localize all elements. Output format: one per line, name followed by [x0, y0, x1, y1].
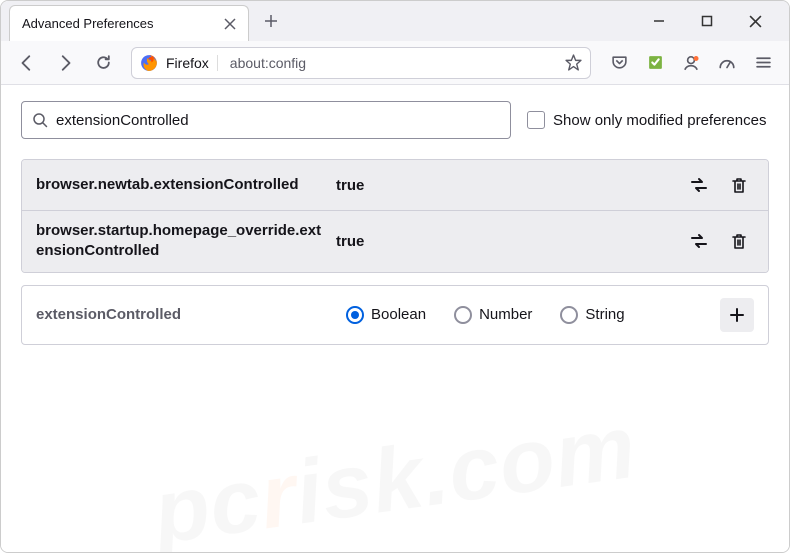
urlbar-url-text: about:config — [226, 55, 557, 71]
preference-name: browser.newtab.extensionControlled — [36, 175, 326, 195]
preference-value: true — [336, 177, 674, 194]
preference-row: browser.startup.homepage_override.extens… — [22, 211, 768, 272]
forward-button[interactable] — [49, 47, 81, 79]
firefox-icon — [140, 54, 158, 72]
performance-button[interactable] — [711, 47, 743, 79]
toggle-button[interactable] — [684, 170, 714, 200]
new-preference-row: extensionControlled Boolean Number Strin… — [21, 285, 769, 345]
new-tab-button[interactable] — [255, 5, 287, 37]
back-button[interactable] — [11, 47, 43, 79]
watermark-text: pcrisk.com — [148, 396, 643, 552]
show-modified-checkbox[interactable] — [527, 111, 545, 129]
browser-window: Advanced Preferences — [0, 0, 790, 553]
tab-active[interactable]: Advanced Preferences — [9, 5, 249, 41]
show-modified-label-text: Show only modified preferences — [553, 112, 766, 129]
radio-icon — [346, 306, 364, 324]
menu-button[interactable] — [747, 47, 779, 79]
close-window-button[interactable] — [737, 3, 773, 39]
toggle-button[interactable] — [684, 226, 714, 256]
tab-title: Advanced Preferences — [22, 16, 154, 31]
delete-button[interactable] — [724, 170, 754, 200]
minimize-button[interactable] — [641, 3, 677, 39]
extension-button[interactable] — [639, 47, 671, 79]
window-controls — [641, 3, 789, 39]
page-content: pcrisk.com Show only modified preference… — [1, 85, 789, 552]
bookmark-star-icon[interactable] — [565, 54, 582, 71]
preference-table: browser.newtab.extensionControlled true … — [21, 159, 769, 273]
new-preference-name: extensionControlled — [36, 306, 326, 323]
maximize-button[interactable] — [689, 3, 725, 39]
close-tab-button[interactable] — [224, 18, 236, 30]
preference-row: browser.newtab.extensionControlled true — [22, 160, 768, 211]
pocket-button[interactable] — [603, 47, 635, 79]
account-button[interactable] — [675, 47, 707, 79]
radio-boolean[interactable]: Boolean — [346, 306, 426, 324]
radio-number[interactable]: Number — [454, 306, 532, 324]
urlbar-identity-label: Firefox — [166, 55, 218, 71]
radio-label: Boolean — [371, 306, 426, 323]
radio-icon — [454, 306, 472, 324]
toolbar: Firefox about:config — [1, 41, 789, 85]
reload-button[interactable] — [87, 47, 119, 79]
show-modified-checkbox-label[interactable]: Show only modified preferences — [527, 111, 766, 129]
tab-bar: Advanced Preferences — [1, 1, 789, 41]
preference-value: true — [336, 233, 674, 250]
url-bar[interactable]: Firefox about:config — [131, 47, 591, 79]
preference-name: browser.startup.homepage_override.extens… — [36, 221, 326, 262]
type-radio-group: Boolean Number String — [346, 306, 625, 324]
radio-label: Number — [479, 306, 532, 323]
delete-button[interactable] — [724, 226, 754, 256]
search-field[interactable] — [21, 101, 511, 139]
radio-label: String — [585, 306, 624, 323]
search-input[interactable] — [56, 112, 500, 129]
radio-string[interactable]: String — [560, 306, 624, 324]
add-button[interactable] — [720, 298, 754, 332]
radio-icon — [560, 306, 578, 324]
search-icon — [32, 112, 48, 128]
